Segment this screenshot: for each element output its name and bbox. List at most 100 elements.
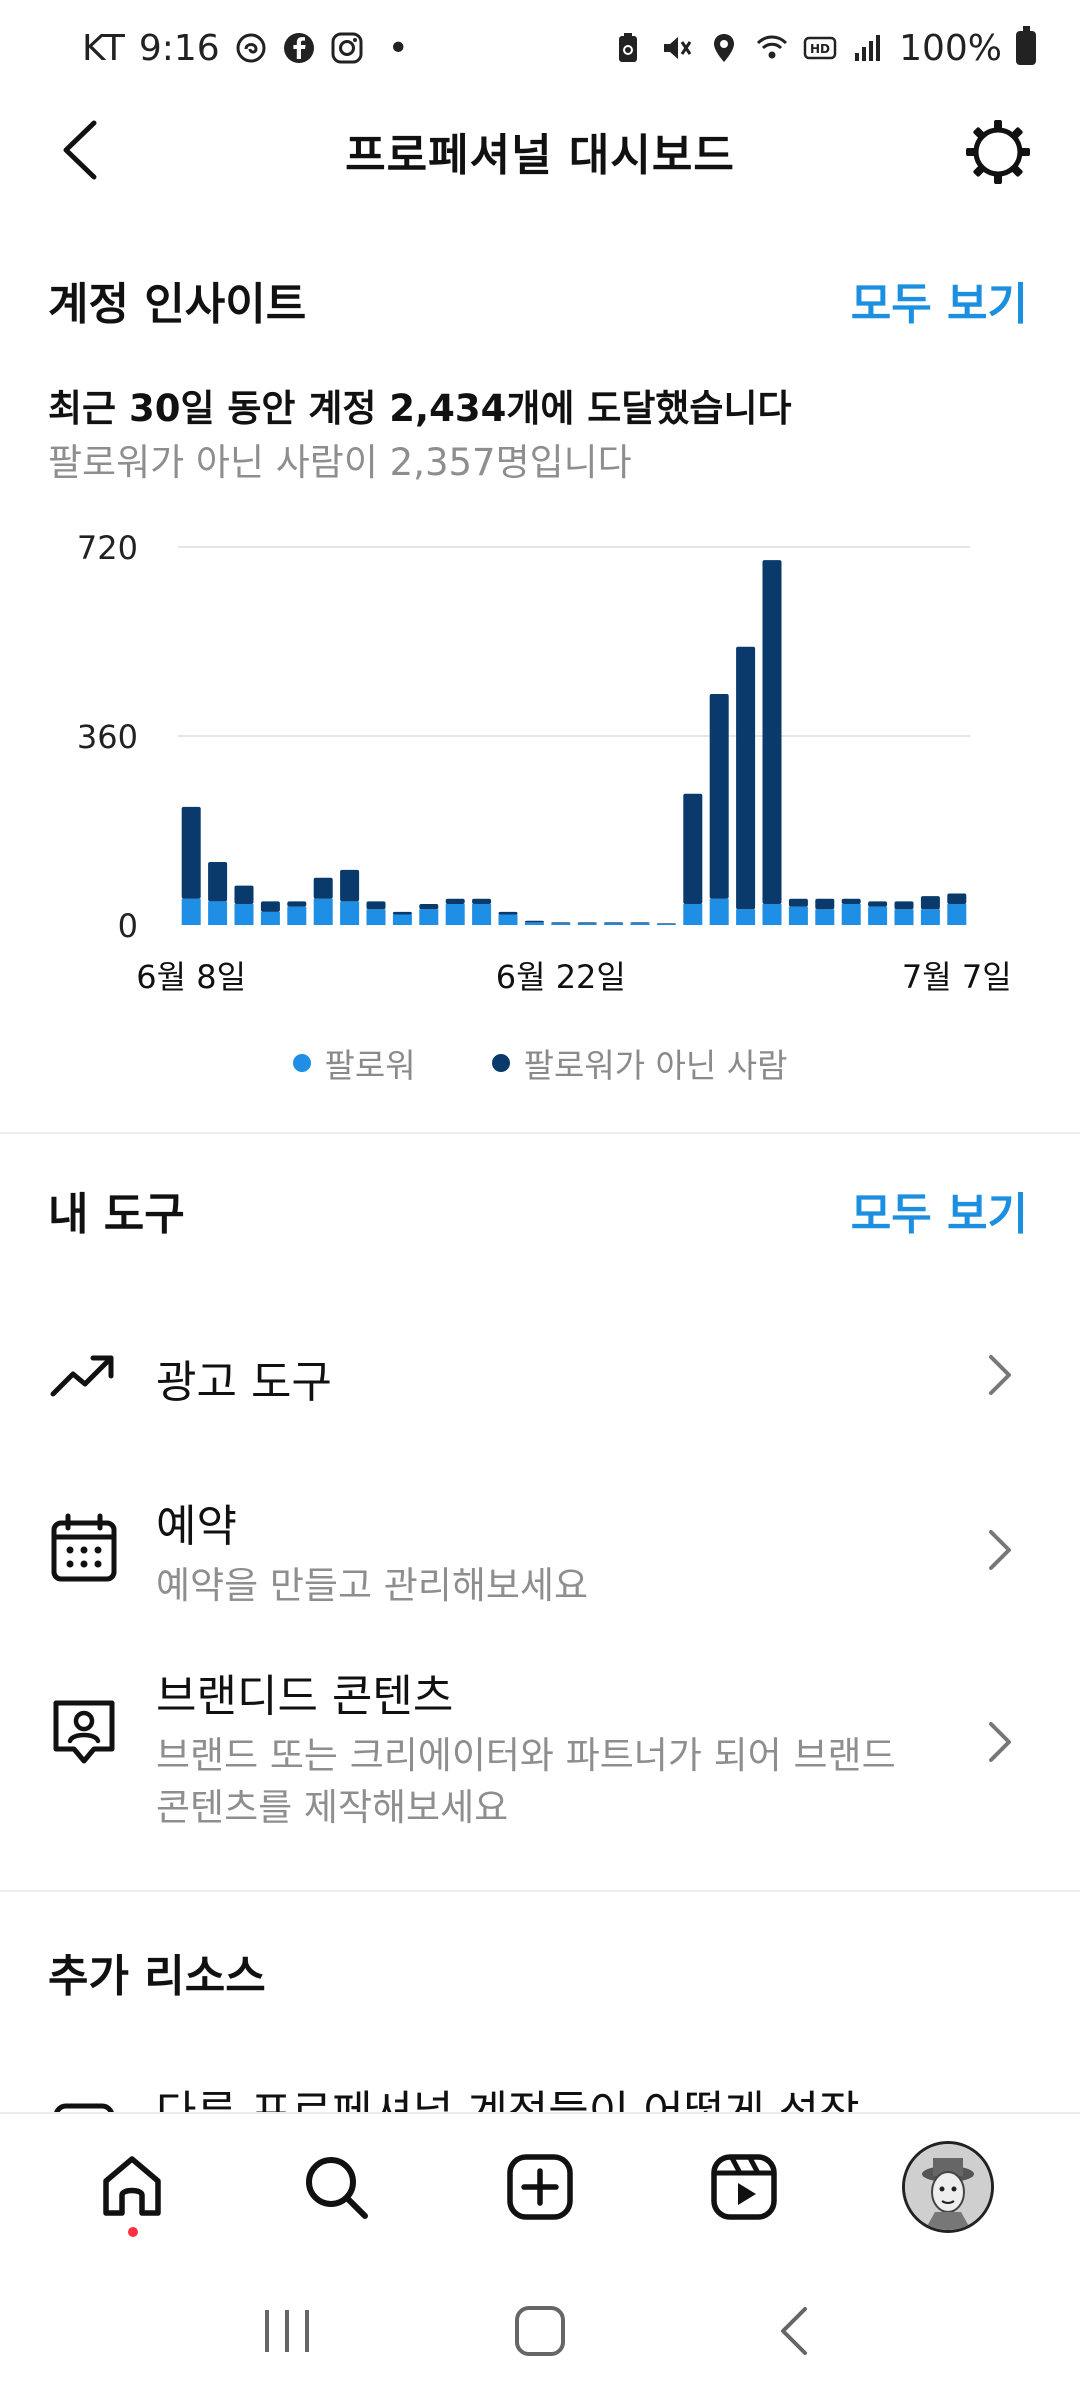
create-icon	[507, 2154, 573, 2220]
reels-icon	[711, 2154, 777, 2220]
back-system-button[interactable]	[753, 2291, 833, 2371]
x-tick-label: 6월 22일	[496, 958, 626, 996]
bar-non-followers	[604, 922, 624, 924]
nav-create-button[interactable]	[490, 2137, 590, 2237]
home-system-button[interactable]	[500, 2291, 580, 2371]
bar-followers	[392, 914, 412, 925]
tool-text-branded-content: 브랜디드 콘텐츠 브랜드 또는 크리에이터와 파트너가 되어 브랜드 콘텐츠를 …	[156, 1660, 930, 1834]
wifi-icon	[757, 35, 788, 59]
bar-followers	[181, 898, 201, 925]
reach-summary: 최근 30일 동안 계정 2,434개에 도달했습니다	[48, 387, 792, 430]
bar-followers	[366, 909, 386, 925]
nav-profile-button[interactable]	[898, 2137, 998, 2237]
chevron-right-icon	[978, 1720, 1022, 1764]
resource-text: 다른 프로페셔널 계정들이 어떻게 성장	[156, 2076, 930, 2112]
x-tick-label: 6월 8일	[136, 958, 246, 996]
mute-icon	[664, 37, 692, 59]
bar-followers	[551, 923, 571, 925]
insights-title: 계정 인사이트	[48, 279, 307, 330]
notification-dot	[128, 2227, 138, 2237]
bar-followers	[947, 904, 967, 925]
settings-button[interactable]	[960, 114, 1036, 190]
tools-title: 내 도구	[48, 1189, 185, 1240]
bar-non-followers	[208, 862, 228, 902]
profile-avatar	[902, 2141, 994, 2233]
back-button[interactable]	[48, 118, 112, 182]
resources-section-head: 추가 리소스	[48, 1940, 1028, 2004]
bar-non-followers	[894, 901, 914, 910]
tool-text-booking: 예약 예약을 만들고 관리해보세요	[156, 1490, 930, 1612]
carrier-label: KT	[82, 27, 125, 69]
bar-followers	[287, 906, 307, 925]
bar-non-followers	[419, 904, 439, 910]
facebook-icon	[283, 33, 314, 63]
bar-followers	[736, 909, 756, 925]
y-tick-label: 360	[77, 718, 138, 756]
battery-icon	[1016, 26, 1036, 65]
resources-title: 추가 리소스	[48, 1951, 266, 2002]
legend-dot-followers	[292, 1054, 311, 1072]
instagram-icon	[331, 32, 363, 64]
bar-followers	[234, 904, 254, 925]
bar-followers	[656, 923, 676, 925]
svg-text:HD: HD	[810, 42, 830, 56]
bar-non-followers	[287, 901, 307, 907]
bottom-navigation	[0, 2112, 1080, 2260]
home-square-icon	[514, 2306, 565, 2356]
bar-followers	[841, 904, 861, 925]
chart-legend: 팔로워 팔로워가 아닌 사람	[0, 1038, 1080, 1088]
bar-followers	[498, 914, 518, 925]
section-divider	[0, 1132, 1080, 1134]
tool-item-ads[interactable]: 광고 도구	[0, 1320, 1080, 1430]
bar-non-followers	[260, 901, 280, 912]
bar-followers	[208, 901, 228, 925]
tool-title-booking: 예약	[156, 1501, 237, 1552]
bar-non-followers	[868, 901, 888, 907]
tool-item-branded-content[interactable]: 브랜디드 콘텐츠 브랜드 또는 크리에이터와 파트너가 되어 브랜드 콘텐츠를 …	[0, 1660, 1080, 1829]
tool-item-booking[interactable]: 예약 예약을 만들고 관리해보세요	[0, 1490, 1080, 1610]
gear-icon	[966, 120, 1030, 184]
status-right: HD 100%	[611, 26, 1036, 69]
bar-non-followers	[577, 922, 597, 924]
bar-non-followers	[181, 806, 201, 899]
chevron-right-icon	[978, 1353, 1022, 1397]
signal-icon	[855, 35, 881, 61]
tool-desc-branded-content: 브랜드 또는 크리에이터와 파트너가 되어 브랜드 콘텐츠를 제작해보세요	[156, 1734, 896, 1829]
tool-desc-booking: 예약을 만들고 관리해보세요	[156, 1564, 589, 1607]
legend-label-followers: 팔로워	[324, 1046, 416, 1085]
bar-followers	[577, 923, 597, 925]
bar-non-followers	[445, 898, 465, 904]
insights-section-head: 계정 인사이트 모두 보기	[48, 268, 1028, 332]
bar-followers	[472, 904, 492, 925]
location-icon	[714, 34, 735, 62]
bar-followers	[260, 911, 280, 925]
bar-non-followers	[656, 923, 676, 924]
bar-non-followers	[366, 901, 386, 910]
back-arrow-icon	[63, 120, 97, 180]
bar-non-followers	[313, 877, 333, 899]
system-navigation-bar	[0, 2262, 1080, 2400]
battery-saver-icon	[619, 33, 638, 62]
insights-see-all-link[interactable]: 모두 보기	[851, 268, 1028, 332]
legend-label-non-followers: 팔로워가 아닌 사람	[523, 1046, 788, 1085]
notification-dot: •	[387, 27, 409, 69]
nav-reels-button[interactable]	[694, 2137, 794, 2237]
bar-non-followers	[762, 560, 782, 904]
tool-title-ads: 광고 도구	[156, 1357, 332, 1408]
tools-see-all-link[interactable]: 모두 보기	[851, 1178, 1028, 1242]
chevron-right-icon	[978, 1528, 1022, 1572]
back-chevron-icon	[781, 2307, 808, 2355]
bar-followers	[630, 923, 650, 925]
bar-followers	[683, 904, 703, 925]
bar-followers	[709, 898, 729, 925]
bar-non-followers	[815, 898, 835, 910]
recent-apps-button[interactable]	[247, 2291, 327, 2371]
resource-item[interactable]: 다른 프로페셔널 계정들이 어떻게 성장	[0, 2072, 1080, 2112]
home-icon	[103, 2156, 161, 2216]
nav-home-button[interactable]	[82, 2137, 182, 2237]
status-bar: KT 9:16 • HD 100%	[0, 0, 1080, 96]
bar-non-followers	[736, 646, 756, 910]
resource-title: 다른 프로페셔널 계정들이 어떻게 성장	[156, 2076, 930, 2112]
nav-search-button[interactable]	[286, 2137, 386, 2237]
y-tick-label: 0	[118, 907, 138, 945]
